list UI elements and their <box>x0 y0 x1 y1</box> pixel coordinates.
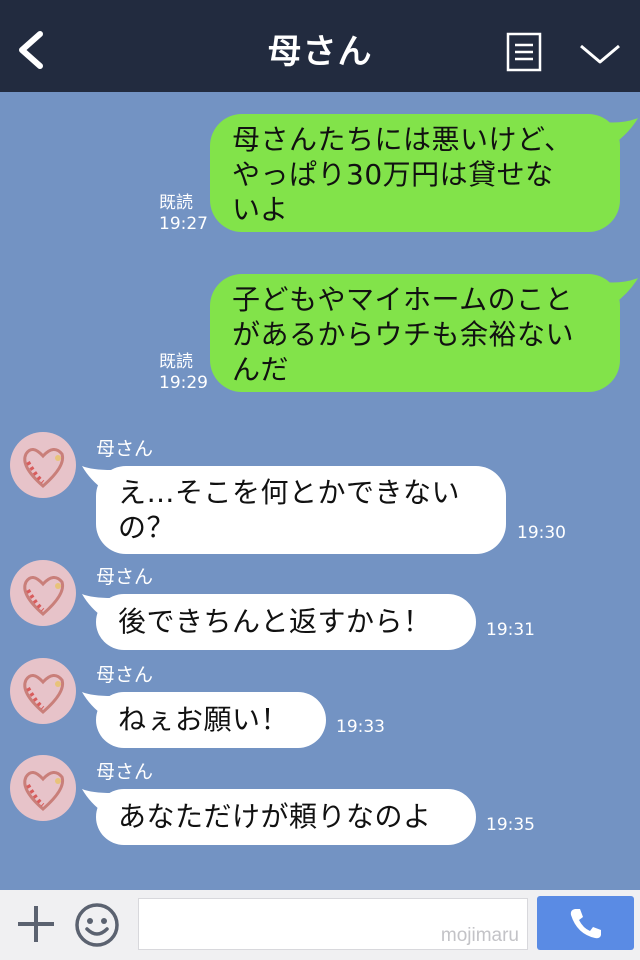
sender-name: 母さん <box>96 761 154 783</box>
avatar[interactable] <box>10 432 76 498</box>
bubble-tail <box>602 118 638 144</box>
message-line: んだ <box>232 353 290 386</box>
heart-necklace-icon <box>23 674 65 714</box>
message-bubble-outgoing[interactable]: 子どもやマイホームのこと があるからウチも余裕ない んだ <box>210 274 620 392</box>
message-bubble-incoming[interactable]: 後できちんと返すから！ <box>96 594 476 650</box>
message-line: があるからウチも余裕ない <box>232 318 575 351</box>
heart-necklace-icon <box>23 576 65 616</box>
watermark: mojimaru <box>440 925 519 946</box>
sender-name: 母さん <box>96 664 154 686</box>
message-meta: 既読 19:27 <box>159 193 208 235</box>
message-time: 19:30 <box>517 523 566 543</box>
chat-header: 母さん <box>0 0 640 92</box>
message-list[interactable]: 母さんたちには悪いけど、 やっぱり30万円は貸せな いよ 既読 19:27 子ど… <box>0 92 640 890</box>
chat-title: 母さん <box>267 32 373 72</box>
avatar[interactable] <box>10 658 76 724</box>
message-time: 19:27 <box>159 214 208 234</box>
heart-necklace-icon <box>23 448 65 488</box>
menu-list-icon[interactable] <box>506 32 542 72</box>
message-time: 19:33 <box>336 717 385 737</box>
message-line: え…そこを何とかできない <box>118 476 461 509</box>
message-line: 母さんたちには悪いけど、 <box>232 123 573 156</box>
message-line: ねぇお願い！ <box>118 703 290 736</box>
message-meta: 既読 19:29 <box>159 352 208 394</box>
message-time: 19:29 <box>159 373 208 393</box>
message-bubble-incoming[interactable]: え…そこを何とかできない の？ <box>96 466 506 554</box>
read-receipt: 既読 <box>159 193 193 213</box>
input-bar: mojimaru <box>0 890 640 960</box>
avatar[interactable] <box>10 755 76 821</box>
call-button[interactable] <box>537 896 634 950</box>
read-receipt: 既読 <box>159 352 193 372</box>
chevron-down-icon[interactable] <box>578 38 622 68</box>
message-bubble-incoming[interactable]: あなただけが頼りなのよ <box>96 789 476 845</box>
heart-necklace-icon <box>23 771 65 811</box>
message-line: 子どもやマイホームのこと <box>232 283 574 316</box>
bubble-tail <box>602 278 638 304</box>
message-input[interactable]: mojimaru <box>138 898 528 950</box>
message-line: の？ <box>118 511 176 544</box>
smile-icon[interactable] <box>74 902 120 948</box>
message-line: いよ <box>232 193 289 226</box>
message-line: 後できちんと返すから！ <box>118 605 432 638</box>
message-bubble-outgoing[interactable]: 母さんたちには悪いけど、 やっぱり30万円は貸せな いよ <box>210 114 620 232</box>
message-time: 19:35 <box>486 815 535 835</box>
message-time: 19:31 <box>486 620 535 640</box>
message-bubble-incoming[interactable]: ねぇお願い！ <box>96 692 326 748</box>
message-line: やっぱり30万円は貸せな <box>232 158 554 191</box>
plus-icon[interactable] <box>16 904 56 944</box>
phone-icon <box>570 909 601 939</box>
avatar[interactable] <box>10 560 76 626</box>
sender-name: 母さん <box>96 566 154 588</box>
message-line: あなただけが頼りなのよ <box>118 800 432 833</box>
sender-name: 母さん <box>96 438 154 460</box>
